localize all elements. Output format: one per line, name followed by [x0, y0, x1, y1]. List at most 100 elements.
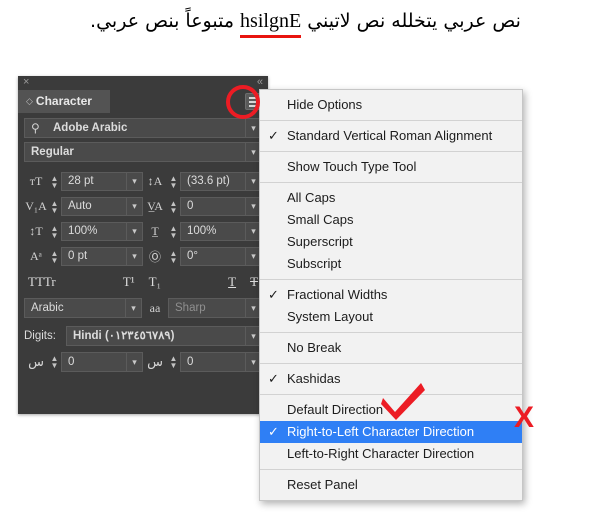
small-caps-button[interactable]: Tr — [44, 274, 56, 290]
stepper-icon[interactable]: ▲ ▼ — [167, 174, 180, 189]
vertical-scale-control[interactable]: ↕T ▲ ▼ 100% ▾ — [24, 219, 143, 244]
menu-item[interactable]: Small Caps — [260, 209, 522, 231]
font-size-control[interactable]: ᴛT ▲ ▼ 28 pt ▾ — [24, 169, 143, 194]
kerning-field[interactable]: Auto ▾ — [61, 197, 143, 216]
strikethrough-button[interactable]: T — [250, 274, 258, 290]
stepper-icon[interactable]: ▲ ▼ — [48, 249, 61, 264]
sample-text-segment-after: متبوعاً بنص عربي. — [90, 10, 241, 32]
leading-control[interactable]: ↕A ▲ ▼ (33.6 pt) ▾ — [143, 169, 262, 194]
checkmark-icon: ✓ — [268, 424, 279, 439]
subscript-button[interactable]: T₁ — [149, 274, 161, 290]
menu-item[interactable]: Hide Options — [260, 94, 522, 116]
character-rotation-icon: Ⓞ — [148, 250, 161, 264]
stepper-icon[interactable]: ▲ ▼ — [48, 174, 61, 189]
kashida-insertion-field[interactable]: 0 ▾ — [61, 352, 143, 372]
stepper-icon[interactable]: ▲ ▼ — [48, 224, 61, 239]
checkmark-icon: ✓ — [268, 128, 279, 143]
panel-tab-row: ◇ Character — [18, 90, 268, 113]
underline-button[interactable]: T — [228, 274, 236, 290]
metrics-grid: ᴛT ▲ ▼ 28 pt ▾ ↕A ▲ ▼ (33.6 pt) ▾ V₁A ▲ ▼ — [24, 169, 262, 269]
leading-field[interactable]: (33.6 pt) ▾ — [180, 172, 262, 191]
tracking-field[interactable]: 0 ▾ — [180, 197, 262, 216]
character-panel: × « ◇ Character ⚲ Adobe Arabic ▾ Regular … — [18, 76, 268, 414]
style-buttons-row: TT Tr T¹ T₁ T T — [24, 269, 262, 295]
arabic-fields-row: س ▲ ▼ 0 ▾ س ▲ ▼ 0 ▾ — [24, 352, 262, 372]
menu-item[interactable]: No Break — [260, 337, 522, 359]
menu-item-label: Small Caps — [287, 212, 354, 227]
menu-item[interactable]: ✓ Right-to-Left Character Direction — [260, 421, 522, 443]
stepper-icon[interactable]: ▲ ▼ — [167, 355, 180, 370]
diacritic-vertical-position-value: 0 — [187, 356, 194, 368]
digits-select[interactable]: Hindi (٠١٢٣٤٥٦٧٨٩) ▾ — [66, 326, 262, 346]
tab-diamond-icon: ◇ — [26, 96, 33, 106]
stepper-icon[interactable]: ▲ ▼ — [167, 199, 180, 214]
menu-item-label: Subscript — [287, 256, 342, 271]
language-select[interactable]: Arabic ▾ — [24, 298, 142, 318]
baseline-shift-control[interactable]: Aᵃ ▲ ▼ 0 pt ▾ — [24, 244, 143, 269]
tracking-control[interactable]: V̲A ▲ ▼ 0 ▾ — [143, 194, 262, 219]
font-style-select[interactable]: Regular ▾ — [24, 142, 262, 162]
chevron-down-icon[interactable]: ▾ — [126, 223, 142, 240]
vertical-scale-field[interactable]: 100% ▾ — [61, 222, 143, 241]
chevron-down-icon[interactable]: ▾ — [126, 173, 142, 190]
menu-item[interactable]: Superscript — [260, 231, 522, 253]
chevron-down-icon[interactable]: ▾ — [126, 248, 142, 265]
menu-item[interactable]: ✓ Fractional Widths — [260, 284, 522, 306]
font-size-value: 28 pt — [68, 175, 94, 187]
font-size-field[interactable]: 28 pt ▾ — [61, 172, 143, 191]
leading-value: (33.6 pt) — [187, 175, 230, 187]
stepper-icon[interactable]: ▲ ▼ — [167, 249, 180, 264]
character-panel-flyout-menu: Hide Options ✓ Standard Vertical Roman Ali… — [259, 89, 523, 501]
character-rotation-value: 0° — [187, 250, 198, 262]
menu-item[interactable]: Left-to-Right Character Direction — [260, 443, 522, 465]
font-style-value: Regular — [31, 146, 74, 158]
menu-separator — [260, 363, 522, 364]
close-icon[interactable]: × — [23, 76, 29, 89]
language-row: Arabic ▾ aa Sharp ▾ — [24, 298, 262, 318]
sample-text-segment-before: نص عربي يتخلله نص لاتيني — [301, 10, 521, 32]
diacritic-vertical-position-field[interactable]: 0 ▾ — [180, 352, 262, 372]
menu-separator — [260, 120, 522, 121]
menu-item[interactable]: Subscript — [260, 253, 522, 275]
baseline-shift-field[interactable]: 0 pt ▾ — [61, 247, 143, 266]
stepper-icon[interactable]: ▲ ▼ — [48, 199, 61, 214]
menu-item-label: System Layout — [287, 309, 373, 324]
menu-item[interactable]: ✓ Standard Vertical Roman Alignment — [260, 125, 522, 147]
chevron-down-icon[interactable]: ▾ — [126, 353, 142, 371]
horizontal-scale-icon: T̲ — [151, 224, 159, 238]
menu-separator — [260, 469, 522, 470]
tab-character[interactable]: ◇ Character — [18, 90, 110, 113]
sample-text-line-1: نص عربي يتخلله نص لاتيني hsilgnE متبوعاً… — [0, 8, 611, 38]
chevron-down-icon[interactable]: ▾ — [126, 198, 142, 215]
horizontal-scale-control[interactable]: T̲ ▲ ▼ 100% ▾ — [143, 219, 262, 244]
collapse-panel-icon[interactable]: « — [257, 76, 263, 89]
menu-item[interactable]: Show Touch Type Tool — [260, 156, 522, 178]
hamburger-icon-line — [249, 101, 259, 103]
menu-item-label: Kashidas — [287, 371, 341, 386]
character-rotation-field[interactable]: 0° ▾ — [180, 247, 262, 266]
stepper-icon[interactable]: ▲ ▼ — [167, 224, 180, 239]
character-rotation-control[interactable]: Ⓞ ▲ ▼ 0° ▾ — [143, 244, 262, 269]
menu-item[interactable]: Reset Panel — [260, 474, 522, 496]
stepper-icon[interactable]: ▲ ▼ — [48, 355, 61, 370]
search-icon: ⚲ — [31, 121, 40, 135]
menu-item[interactable]: All Caps — [260, 187, 522, 209]
kerning-control[interactable]: V₁A ▲ ▼ Auto ▾ — [24, 194, 143, 219]
panel-title-bar: × « — [18, 76, 268, 90]
horizontal-scale-field[interactable]: 100% ▾ — [180, 222, 262, 241]
menu-item-label: Standard Vertical Roman Alignment — [287, 128, 493, 143]
font-family-select[interactable]: ⚲ Adobe Arabic ▾ — [24, 118, 262, 138]
all-caps-button[interactable]: TT — [28, 274, 44, 290]
menu-item-label: Left-to-Right Character Direction — [287, 446, 475, 461]
menu-separator — [260, 332, 522, 333]
chevron-down-icon[interactable]: ▾ — [125, 299, 141, 317]
superscript-button[interactable]: T¹ — [123, 274, 135, 290]
menu-item[interactable]: Default Direction — [260, 399, 522, 421]
menu-item-label: Fractional Widths — [287, 287, 388, 302]
menu-item[interactable]: ✓ Kashidas — [260, 368, 522, 390]
antialias-select[interactable]: Sharp ▾ — [168, 298, 262, 318]
font-family-value: Adobe Arabic — [53, 122, 128, 134]
menu-item[interactable]: System Layout — [260, 306, 522, 328]
font-size-icon: ᴛT — [29, 174, 43, 188]
checkmark-icon: ✓ — [268, 371, 279, 386]
